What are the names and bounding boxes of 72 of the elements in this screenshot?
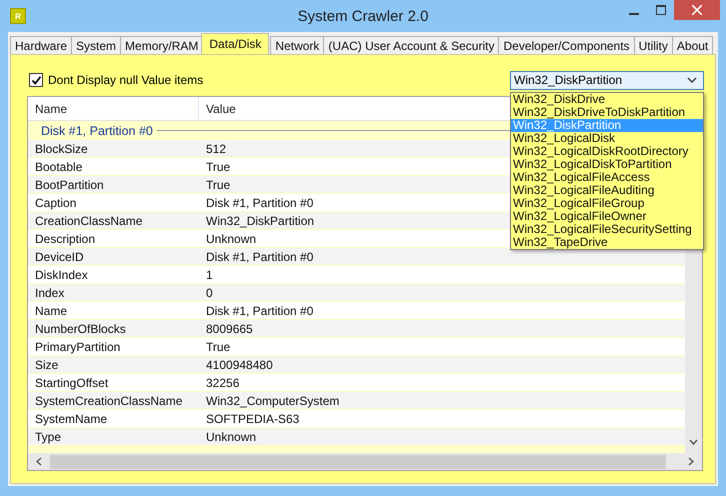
maximize-icon	[656, 5, 666, 15]
table-cell-text: Win32_ComputerSystem	[205, 394, 340, 408]
chevron-down-icon	[689, 439, 698, 445]
table-cell-text: BlockSize	[34, 142, 89, 156]
dropdown-option[interactable]: Win32_LogicalFileGroup	[511, 196, 703, 210]
tab[interactable]: About	[672, 36, 714, 54]
horizontal-scrollbar[interactable]	[28, 453, 702, 470]
close-icon	[692, 5, 702, 15]
table-cell-text: Index	[34, 286, 66, 300]
table-cell-text: SystemName	[34, 412, 108, 426]
app-icon: R	[10, 8, 26, 24]
column-header[interactable]: Value	[199, 97, 236, 120]
chevron-left-icon	[36, 457, 42, 466]
checkbox[interactable]	[29, 73, 43, 87]
tab[interactable]: Memory/RAM	[120, 36, 204, 54]
table-cell-text: Unknown	[205, 430, 256, 444]
chevron-down-icon	[687, 77, 697, 83]
table-cell-text: BootPartition	[34, 178, 105, 192]
class-dropdown[interactable]: Win32_DiskPartition	[510, 70, 704, 90]
table-cell-text: 32256	[205, 376, 240, 390]
table-cell-text: True	[205, 340, 230, 354]
table-cell-text: Name	[34, 304, 68, 318]
table-cell-text: 0	[205, 286, 213, 300]
table-cell-text: Disk #1, Partition #0	[205, 196, 314, 210]
scrollbar-thumb[interactable]	[50, 454, 666, 468]
dropdown-option[interactable]: Win32_LogicalFileAuditing	[511, 184, 703, 196]
dropdown-option[interactable]: Win32_LogicalDisk	[511, 132, 703, 144]
table-cell-text: 1	[205, 268, 213, 282]
table-cell-text: 4100948480	[205, 358, 273, 372]
minimize-icon	[628, 12, 638, 14]
tab[interactable]: Data/Disk	[201, 33, 270, 54]
dropdown-option[interactable]: Win32_LogicalFileSecuritySetting	[511, 222, 703, 236]
table-cell-text: NumberOfBlocks	[34, 322, 127, 336]
table-cell-text: DeviceID	[34, 250, 85, 264]
table-cell-text: SOFTPEDIA-S63	[205, 412, 300, 426]
table-cell-text: SystemCreationClassName	[34, 394, 184, 408]
table-cell-text: StartingOffset	[34, 376, 110, 390]
table-cell-text: Disk #1, Partition #0	[205, 304, 314, 318]
table-cell-text: Caption	[34, 196, 78, 210]
tab[interactable]: Network	[270, 36, 324, 54]
table-cell-text: Description	[34, 232, 96, 246]
tab[interactable]: System	[71, 36, 122, 54]
table-cell-text: Type	[34, 430, 62, 444]
table-cell-text: Size	[34, 358, 60, 372]
table-cell-text: PrimaryPartition	[34, 340, 122, 354]
checkbox-label: Dont Display null Value items	[48, 73, 204, 87]
chevron-right-icon	[688, 457, 694, 466]
tab[interactable]: Utility	[634, 36, 673, 54]
column-header[interactable]: Name	[28, 97, 199, 120]
table-cell-text: Bootable	[34, 160, 84, 174]
dropdown-option[interactable]: Win32_LogicalFileOwner	[511, 210, 703, 222]
dropdown-option[interactable]: Win32_TapeDrive	[511, 236, 703, 248]
close-button[interactable]	[674, 0, 720, 20]
table-cell-text: True	[205, 178, 230, 192]
dropdown-option[interactable]: Win32_LogicalDiskToPartition	[511, 158, 703, 170]
dropdown-option[interactable]: Win32_LogicalFileAccess	[511, 170, 703, 184]
window-title: System Crawler 2.0	[298, 8, 428, 24]
tab[interactable]: Developer/Components	[498, 36, 635, 54]
table-cell-text: Unknown	[205, 232, 256, 246]
table-cell-text: 8009665	[205, 322, 253, 336]
table-cell-text: Disk #1, Partition #0	[205, 250, 314, 264]
table-cell-text: CreationClassName	[34, 214, 144, 228]
dropdown-option[interactable]: Win32_DiskDriveToDiskPartition	[511, 106, 703, 118]
tab[interactable]: (UAC) User Account & Security	[323, 36, 500, 54]
table-cell-text: True	[205, 160, 230, 174]
dropdown-option[interactable]: Win32_DiskDrive	[511, 92, 703, 106]
group-header: Disk #1, Partition #0	[41, 124, 153, 138]
tab[interactable]: Hardware	[10, 36, 72, 54]
table-cell-text: 512	[205, 142, 226, 156]
table-cell-text: DiskIndex	[34, 268, 89, 282]
table-cell-text: Win32_DiskPartition	[205, 214, 314, 228]
dropdown-option[interactable]: Win32_LogicalDiskRootDirectory	[511, 144, 703, 158]
